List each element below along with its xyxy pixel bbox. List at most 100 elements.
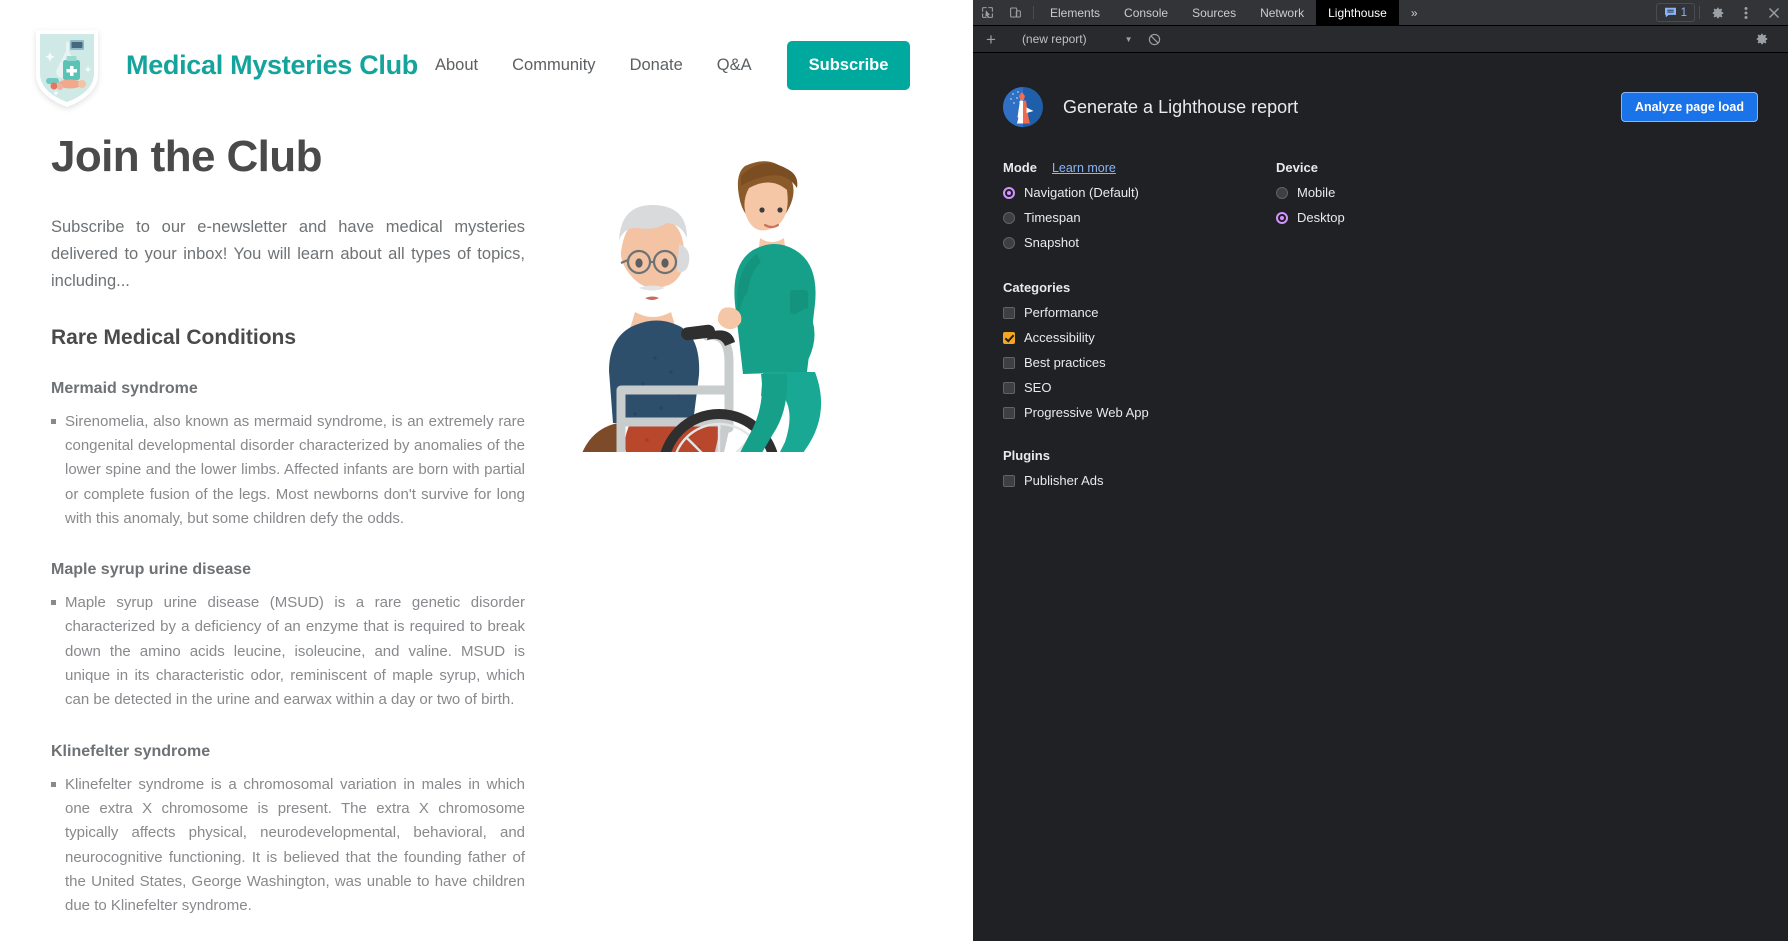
checkbox-indicator [1003,356,1015,369]
lighthouse-header: Generate a Lighthouse report Analyze pag… [1003,87,1758,127]
checkbox-indicator [1003,406,1015,419]
chevron-down-icon: ▼ [1124,34,1133,44]
web-page-viewport: Medical Mysteries Club About Community D… [0,0,973,941]
checkbox-indicator [1003,331,1015,344]
list-item: Maple syrup urine disease (MSUD) is a ra… [51,591,525,712]
toolbar-divider [1699,6,1700,19]
devtools-tabbar-actions: 1 [1655,0,1788,25]
checkbox-label: SEO [1024,380,1052,395]
page-title: Join the Club [51,132,322,181]
radio-mode-snapshot[interactable]: Snapshot [1003,235,1276,250]
nav-item-qa[interactable]: Q&A [700,46,769,85]
checkbox-seo[interactable]: SEO [1003,380,1758,395]
toolbar-divider [1033,6,1034,19]
mode-device-row: Mode Learn more Navigation (Default) Tim… [1003,160,1758,250]
devtools-panel: Elements Console Sources Network Lightho… [973,0,1788,941]
radio-mode-navigation[interactable]: Navigation (Default) [1003,185,1276,200]
condition-title-mermaid: Mermaid syndrome [51,379,198,397]
checkbox-accessibility[interactable]: Accessibility [1003,330,1758,345]
illustration-column [525,112,943,941]
condition-title-msud: Maple syrup urine disease [51,561,252,579]
mode-group-header: Mode Learn more [1003,160,1276,175]
panel-settings-gear-icon[interactable] [1748,32,1776,46]
devtools-tabbar: Elements Console Sources Network Lightho… [973,0,1788,26]
analyze-page-load-button[interactable]: Analyze page load [1620,92,1758,122]
radio-indicator [1276,211,1288,224]
gear-icon[interactable] [1704,0,1732,25]
issues-message-badge[interactable]: 1 [1655,3,1695,22]
lighthouse-logo-icon [1003,87,1043,127]
device-toolbar-icon[interactable] [1001,0,1029,25]
new-report-plus-icon[interactable]: + [977,31,1005,48]
radio-indicator [1276,186,1288,199]
medical-shield-logo-icon [30,22,104,108]
categories-group: Categories Performance Accessibility Bes… [1003,280,1758,420]
nav-item-community[interactable]: Community [495,46,612,85]
lighthouse-subbar: + (new report) ▼ [973,26,1788,53]
checkbox-label: Accessibility [1024,330,1095,345]
checkbox-performance[interactable]: Performance [1003,305,1758,320]
subscribe-nav-button[interactable]: Subscribe [786,40,911,90]
condition-list-msud: Maple syrup urine disease (MSUD) is a ra… [51,591,525,712]
radio-label: Snapshot [1024,235,1079,250]
radio-label: Mobile [1297,185,1336,200]
brand-title: Medical Mysteries Club [126,49,418,80]
clear-report-icon[interactable] [1141,33,1169,46]
tab-elements[interactable]: Elements [1038,0,1112,25]
page-body: Join the Club Subscribe to our e-newslet… [0,112,973,941]
radio-indicator [1003,186,1015,199]
checkbox-label: Performance [1024,305,1099,320]
checkbox-label: Publisher Ads [1024,473,1104,488]
list-item: Sirenomelia, also known as mermaid syndr… [51,410,525,531]
main-nav: About Community Donate Q&A Subscribe [418,40,973,90]
close-icon[interactable] [1760,0,1788,25]
issues-message-icon [1664,7,1676,18]
tab-lighthouse[interactable]: Lighthouse [1316,0,1399,25]
nav-item-donate[interactable]: Donate [613,46,700,85]
checkbox-publisher-ads[interactable]: Publisher Ads [1003,473,1758,488]
radio-device-desktop[interactable]: Desktop [1276,210,1345,225]
brand[interactable]: Medical Mysteries Club [30,22,418,108]
content-column: Join the Club Subscribe to our e-newslet… [30,112,525,941]
radio-mode-timespan[interactable]: Timespan [1003,210,1276,225]
checkbox-indicator [1003,474,1015,487]
checkbox-best-practices[interactable]: Best practices [1003,355,1758,370]
nav-item-about[interactable]: About [418,46,495,85]
plugins-title: Plugins [1003,448,1050,463]
lighthouse-heading: Generate a Lighthouse report [1063,96,1299,117]
inspect-element-icon[interactable] [973,0,1001,25]
device-group-header: Device [1276,160,1345,175]
checkbox-indicator [1003,381,1015,394]
screen: Medical Mysteries Club About Community D… [0,0,1788,941]
intro-paragraph: Subscribe to our e-newsletter and have m… [51,218,525,291]
mode-title: Mode [1003,160,1037,175]
radio-label: Timespan [1024,210,1081,225]
checkbox-progressive-web-app[interactable]: Progressive Web App [1003,405,1758,420]
radio-label: Desktop [1297,210,1345,225]
checkbox-label: Best practices [1024,355,1106,370]
list-item: Klinefelter syndrome is a chromosomal va… [51,773,525,919]
report-select-value: (new report) [1021,32,1087,46]
radio-indicator [1003,236,1015,249]
issues-count: 1 [1680,6,1687,19]
tab-sources[interactable]: Sources [1180,0,1248,25]
radio-device-mobile[interactable]: Mobile [1276,185,1345,200]
lighthouse-subbar-actions [1748,32,1784,46]
tab-network[interactable]: Network [1248,0,1316,25]
condition-list-mermaid: Sirenomelia, also known as mermaid syndr… [51,410,525,531]
section-title: Rare Medical Conditions [51,325,297,349]
kebab-menu-icon[interactable] [1732,0,1760,25]
device-group: Device Mobile Desktop [1276,160,1345,250]
tab-console[interactable]: Console [1112,0,1180,25]
learn-more-link[interactable]: Learn more [1052,161,1116,175]
categories-title: Categories [1003,280,1071,295]
tab-overflow-chevron[interactable]: » [1399,0,1430,25]
radio-label: Navigation (Default) [1024,185,1139,200]
mode-group: Mode Learn more Navigation (Default) Tim… [1003,160,1276,250]
radio-indicator [1003,211,1015,224]
report-select[interactable]: (new report) ▼ [1014,32,1141,46]
device-title: Device [1276,160,1318,175]
hero-illustration [535,122,865,538]
plugins-group: Plugins Publisher Ads [1003,448,1758,488]
site-header: Medical Mysteries Club About Community D… [0,0,973,112]
